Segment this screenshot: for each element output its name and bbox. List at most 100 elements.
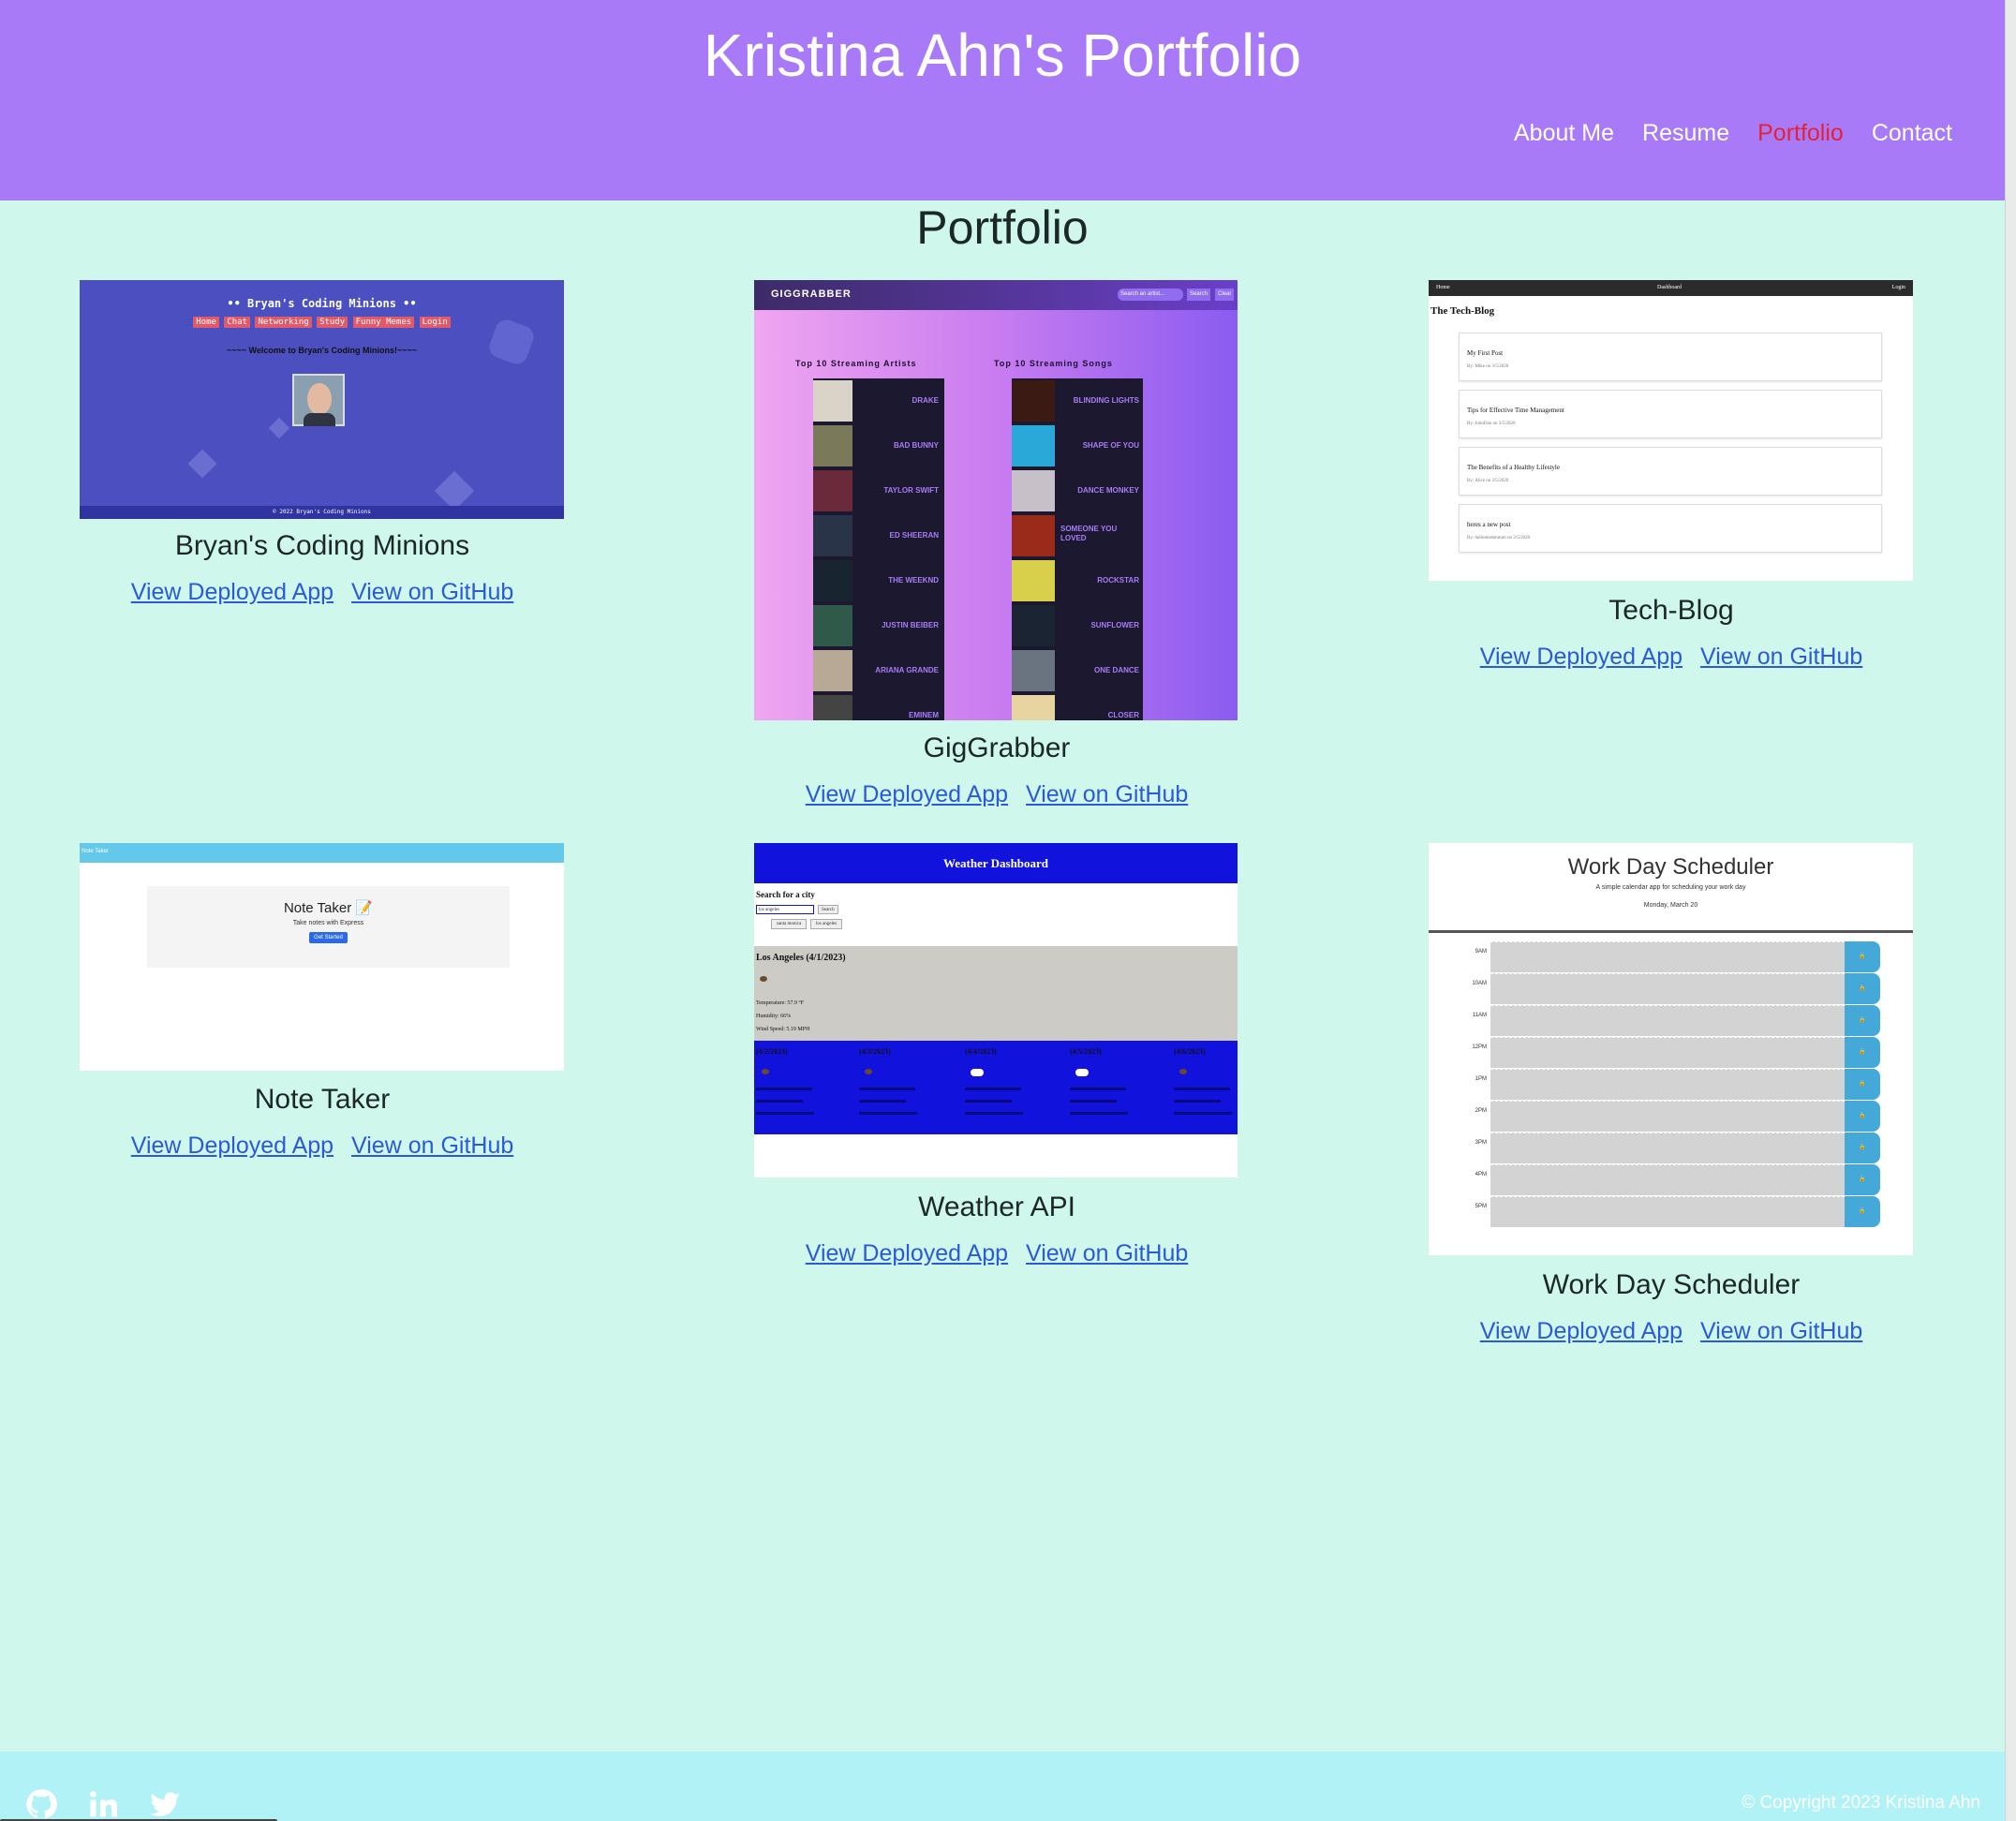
github-icon[interactable] [24, 1787, 58, 1821]
view-deployed-app-link[interactable]: View Deployed App [1480, 644, 1682, 670]
project-title: Tech-Blog [1608, 595, 1734, 626]
thumb-heading: Work Day Scheduler [1567, 854, 1774, 880]
thumb-navbar: Home Dashboard Login [1429, 280, 1913, 296]
view-on-github-link[interactable]: View on GitHub [1700, 1318, 1862, 1344]
view-deployed-app-link[interactable]: View Deployed App [1480, 1318, 1682, 1344]
thumb-search: Search an artist... [1118, 289, 1183, 301]
project-title: Bryan's Coding Minions [174, 530, 470, 561]
thumb-artist-row: Ed Sheeran [813, 513, 944, 558]
project-screenshot-bryans-coding-minions[interactable]: •• Bryan's Coding Minions •• Home Chat N… [80, 280, 564, 519]
project-title: GigGrabber [923, 733, 1071, 763]
page-title: Portfolio [916, 201, 1089, 254]
thumb-song-row: Blinding Lights [1012, 378, 1143, 423]
thumb-artist-row: Taylor Swift [813, 468, 944, 513]
view-deployed-app-link[interactable]: View Deployed App [131, 1133, 334, 1159]
view-on-github-link[interactable]: View on GitHub [351, 1133, 513, 1159]
thumb-sub: A simple calendar app for scheduling you… [1595, 884, 1746, 891]
thumb-nav-item: Funny Memes [352, 317, 415, 328]
project-card-weather-api: Weather API View Deployed App View on Gi… [754, 1192, 1239, 1267]
thumb-artists-heading: Top 10 Streaming Artists [795, 359, 917, 368]
view-deployed-app-link[interactable]: View Deployed App [806, 781, 1008, 807]
project-links: View Deployed App View on GitHub [754, 781, 1239, 808]
thumb-post: heres a new post By: hellomeetstutum on … [1459, 504, 1882, 553]
thumb-heading: The Tech-Blog [1430, 305, 1495, 317]
thumb-brand: GIGGRABBER [771, 289, 852, 300]
nav-contact[interactable]: Contact [1872, 120, 1952, 147]
thumb-forecast-day: (4/4/2023) [965, 1047, 1059, 1115]
thumb-header: Weather Dashboard [754, 843, 1238, 883]
project-screenshot-work-day-scheduler[interactable]: Work Day Scheduler A simple calendar app… [1429, 843, 1913, 1255]
project-card-work-day-scheduler: Work Day Scheduler View Deployed App Vie… [1429, 1269, 1914, 1345]
project-screenshot-tech-blog[interactable]: Home Dashboard Login The Tech-Blog My Fi… [1429, 280, 1913, 581]
thumb-divider [1429, 930, 1913, 933]
thumb-artist-row: Justin Beiber [813, 603, 944, 648]
thumb-timeblock: 3PM 🔒 [1453, 1133, 1880, 1163]
thumb-song-row: Sunflower [1012, 603, 1143, 648]
thumb-song-row: Shape of You [1012, 423, 1143, 468]
thumb-forecast-day: (4/3/2023) [859, 1047, 953, 1115]
project-card-note-taker: Note Taker View Deployed App View on Git… [80, 1084, 565, 1160]
twitter-icon[interactable] [148, 1787, 182, 1821]
linkedin-icon[interactable] [86, 1787, 120, 1821]
thumb-diamond [268, 417, 290, 439]
thumb-artist-row: Ariana Grande [813, 648, 944, 693]
thumb-forecast: (4/2/2023) (4/3/2023) (4/4/2023) (4/5/20… [754, 1041, 1238, 1134]
thumb-nav: Home Chat Networking Study Funny Memes L… [80, 317, 564, 328]
thumb-timeblock: 10AM 🔒 [1453, 973, 1880, 1004]
site-footer: © Copyright 2023 Kristina Ahn [0, 1752, 2005, 1821]
thumb-song-row: Closer [1012, 693, 1143, 720]
vertical-scrollbar-track[interactable] [2005, 0, 2016, 1821]
thumb-history-item: santa monica [771, 919, 808, 929]
project-links: View Deployed App View on GitHub [1429, 1318, 1914, 1345]
thumb-jumbotron: Note Taker 📝 Take notes with Express Get… [147, 886, 510, 968]
project-screenshot-note-taker[interactable]: Note Taker Note Taker 📝 Take notes with … [80, 843, 564, 1071]
page: Kristina Ahn's Portfolio About Me Resume… [0, 0, 2005, 1821]
site-header: Kristina Ahn's Portfolio About Me Resume… [0, 0, 2005, 200]
thumb-search-btn: Search [818, 905, 838, 914]
view-deployed-app-link[interactable]: View Deployed App [806, 1240, 1008, 1266]
thumb-navbar: GIGGRABBER Search an artist... Search Cl… [754, 280, 1238, 310]
thumb-search-label: Search for a city [756, 890, 815, 899]
view-on-github-link[interactable]: View on GitHub [1026, 1240, 1188, 1266]
nav-resume[interactable]: Resume [1642, 120, 1729, 147]
project-title: Note Taker [254, 1084, 391, 1115]
thumb-nav-item: Login [419, 317, 451, 328]
thumb-heading: •• Bryan's Coding Minions •• [227, 297, 417, 310]
social-links [24, 1787, 182, 1821]
thumb-timeblock: 9AM 🔒 [1453, 941, 1880, 972]
thumb-song-row: Dance Monkey [1012, 468, 1143, 513]
thumb-timeblock: 5PM 🔒 [1453, 1196, 1880, 1227]
thumb-clear-btn: Clear [1215, 289, 1235, 301]
site-title: Kristina Ahn's Portfolio [703, 22, 1302, 89]
project-screenshot-giggrabber[interactable]: GIGGRABBER Search an artist... Search Cl… [754, 280, 1238, 720]
project-links: View Deployed App View on GitHub [1429, 644, 1914, 671]
project-screenshot-weather-api[interactable]: Weather Dashboard Search for a city los … [754, 843, 1238, 1177]
thumb-nav-item: Networking [255, 317, 312, 328]
thumb-forecast-day: (4/6/2023) [1174, 1047, 1238, 1115]
thumb-timeblock: 2PM 🔒 [1453, 1101, 1880, 1132]
thumb-timeblock: 1PM 🔒 [1453, 1069, 1880, 1100]
project-card-giggrabber: GigGrabber View Deployed App View on Git… [754, 733, 1239, 808]
project-title: Work Day Scheduler [1542, 1269, 1801, 1300]
thumb-history-item: los angeles [810, 919, 843, 929]
thumb-diamond [434, 470, 475, 511]
project-links: View Deployed App View on GitHub [80, 1133, 565, 1160]
thumb-search-btn: Search [1187, 289, 1211, 301]
thumb-nav-item: Chat [224, 317, 251, 328]
project-links: View Deployed App View on GitHub [754, 1240, 1239, 1267]
view-on-github-link[interactable]: View on GitHub [351, 579, 513, 605]
nav-about-me[interactable]: About Me [1514, 120, 1614, 147]
thumb-post: My First Post By: Mike on 3/5/2020 [1459, 333, 1882, 381]
thumb-search-input: los angeles [756, 905, 814, 914]
thumb-artist-row: Drake [813, 378, 944, 423]
view-on-github-link[interactable]: View on GitHub [1700, 644, 1862, 670]
view-deployed-app-link[interactable]: View Deployed App [131, 579, 334, 605]
thumb-song-list: Blinding Lights Shape of You Dance Monke… [1012, 378, 1143, 720]
copyright-text: © Copyright 2023 Kristina Ahn [1742, 1793, 1980, 1813]
view-on-github-link[interactable]: View on GitHub [1026, 781, 1188, 807]
project-title: Weather API [918, 1192, 1075, 1222]
thumb-artist-row: The Weeknd [813, 558, 944, 603]
thumb-post: The Benefits of a Healthy Lifestyle By: … [1459, 447, 1882, 496]
nav-portfolio[interactable]: Portfolio [1757, 120, 1844, 147]
thumb-navbar: Note Taker [80, 843, 564, 863]
